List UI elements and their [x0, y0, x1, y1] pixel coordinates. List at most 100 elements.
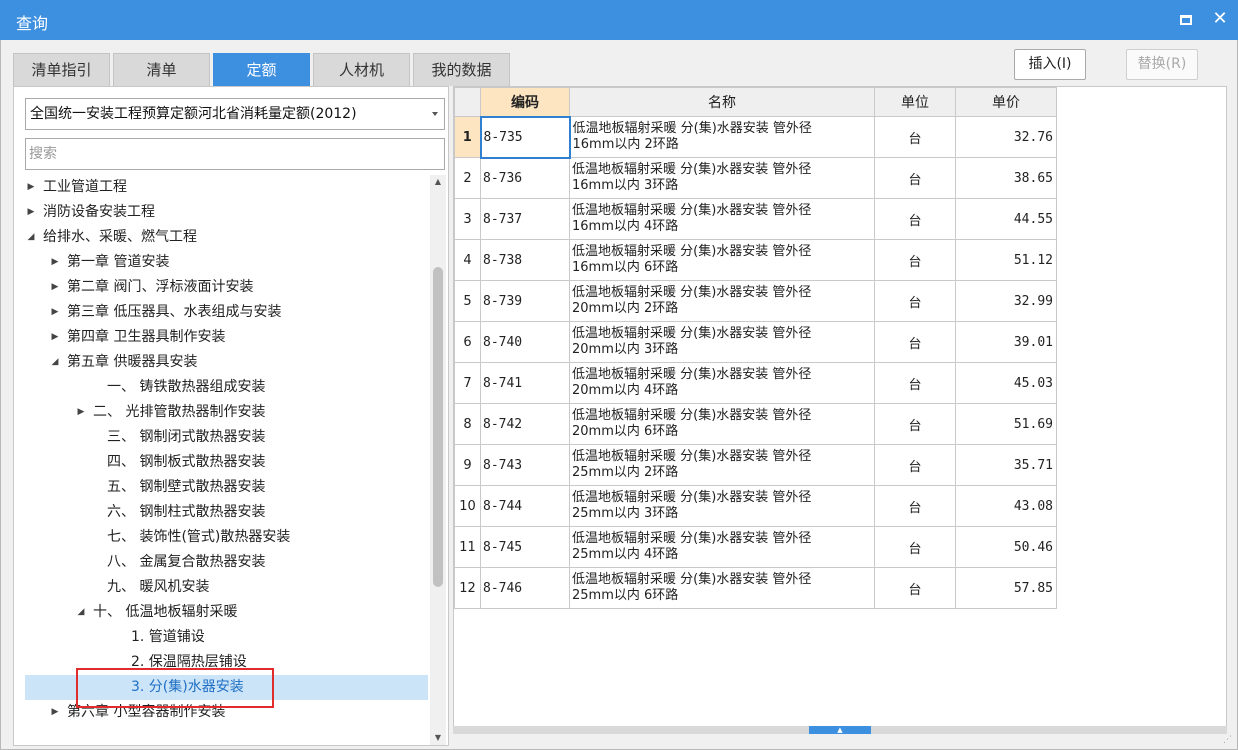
- name-cell[interactable]: 低温地板辐射采暖 分(集)水器安装 管外径 20mm以内 6环路: [569, 403, 875, 445]
- insert-button[interactable]: 插入(I): [1014, 49, 1086, 80]
- code-column-header[interactable]: 编码: [480, 87, 570, 117]
- price-cell[interactable]: 32.99: [955, 280, 1057, 322]
- table-row[interactable]: 6 8-740 低温地板辐射采暖 分(集)水器安装 管外径 20mm以内 3环路台 39…: [454, 321, 1057, 363]
- tree-item[interactable]: 七、 装饰性(管式)散热器安装: [25, 525, 428, 550]
- row-number-cell[interactable]: 5: [454, 280, 481, 322]
- row-number-cell[interactable]: 3: [454, 198, 481, 240]
- code-cell[interactable]: 8-739: [480, 280, 570, 322]
- search-input[interactable]: [25, 138, 445, 170]
- tree-item[interactable]: ▶ 消防设备安装工程: [25, 200, 428, 225]
- code-cell[interactable]: 8-743: [480, 444, 570, 486]
- tree-scrollbar[interactable]: ▲ ▼: [430, 175, 446, 745]
- name-cell[interactable]: 低温地板辐射采暖 分(集)水器安装 管外径 20mm以内 4环路: [569, 362, 875, 404]
- unit-cell[interactable]: 台: [874, 403, 956, 445]
- code-cell[interactable]: 8-738: [480, 239, 570, 281]
- tree-item[interactable]: 五、 钢制壁式散热器安装: [25, 475, 428, 500]
- code-cell[interactable]: 8-735: [479, 115, 571, 159]
- scroll-down-icon[interactable]: ▼: [430, 731, 446, 745]
- close-icon[interactable]: ✕: [1208, 7, 1232, 31]
- tab-bill-guide[interactable]: 清单指引: [13, 53, 110, 86]
- code-cell[interactable]: 8-742: [480, 403, 570, 445]
- name-cell[interactable]: 低温地板辐射采暖 分(集)水器安装 管外径 16mm以内 4环路: [569, 198, 875, 240]
- tree-item[interactable]: 九、 暖风机安装: [25, 575, 428, 600]
- price-cell[interactable]: 44.55: [955, 198, 1057, 240]
- table-row[interactable]: 11 8-745 低温地板辐射采暖 分(集)水器安装 管外径 25mm以内 4环路台 5…: [454, 526, 1057, 568]
- expand-arrow-icon[interactable]: ▶: [49, 275, 61, 300]
- tree-item[interactable]: ◢ 给排水、采暖、燃气工程: [25, 225, 428, 250]
- expand-arrow-icon[interactable]: ▶: [49, 700, 61, 725]
- quota-library-dropdown[interactable]: 全国统一安装工程预算定额河北省消耗量定额(2012): [25, 98, 445, 130]
- chevron-up-icon[interactable]: ▲: [809, 726, 871, 734]
- code-cell[interactable]: 8-741: [480, 362, 570, 404]
- row-number-cell[interactable]: 10: [454, 485, 481, 527]
- tree-item[interactable]: 一、 铸铁散热器组成安装: [25, 375, 428, 400]
- expand-arrow-icon[interactable]: ▶: [49, 300, 61, 325]
- price-cell[interactable]: 51.69: [955, 403, 1057, 445]
- unit-cell[interactable]: 台: [874, 485, 956, 527]
- price-cell[interactable]: 57.85: [955, 567, 1057, 609]
- unit-cell[interactable]: 台: [874, 321, 956, 363]
- name-cell[interactable]: 低温地板辐射采暖 分(集)水器安装 管外径 25mm以内 6环路: [569, 567, 875, 609]
- horizontal-splitter[interactable]: ▲: [453, 726, 1227, 734]
- tree-item[interactable]: ▶ 第三章 低压器具、水表组成与安装: [25, 300, 428, 325]
- name-cell[interactable]: 低温地板辐射采暖 分(集)水器安装 管外径 20mm以内 3环路: [569, 321, 875, 363]
- resize-grip-icon[interactable]: ⋰: [1223, 734, 1235, 746]
- expand-arrow-icon[interactable]: ▶: [49, 250, 61, 275]
- row-number-cell[interactable]: 12: [454, 567, 481, 609]
- table-row[interactable]: 7 8-741 低温地板辐射采暖 分(集)水器安装 管外径 20mm以内 4环路台 45…: [454, 362, 1057, 404]
- unit-cell[interactable]: 台: [874, 116, 956, 158]
- code-cell[interactable]: 8-746: [480, 567, 570, 609]
- table-row[interactable]: 10 8-744 低温地板辐射采暖 分(集)水器安装 管外径 25mm以内 3环路台 4…: [454, 485, 1057, 527]
- row-number-cell[interactable]: 11: [454, 526, 481, 568]
- table-row[interactable]: 8 8-742 低温地板辐射采暖 分(集)水器安装 管外径 20mm以内 6环路台 51…: [454, 403, 1057, 445]
- tab-my-data[interactable]: 我的数据: [413, 53, 510, 86]
- collapse-arrow-icon[interactable]: ◢: [25, 225, 37, 250]
- table-row[interactable]: 3 8-737 低温地板辐射采暖 分(集)水器安装 管外径 16mm以内 4环路台 44…: [454, 198, 1057, 240]
- tree-item[interactable]: ▶ 二、 光排管散热器制作安装: [25, 400, 428, 425]
- name-cell[interactable]: 低温地板辐射采暖 分(集)水器安装 管外径 16mm以内 2环路: [569, 116, 875, 158]
- row-number-cell[interactable]: 6: [454, 321, 481, 363]
- collapse-arrow-icon[interactable]: ◢: [49, 350, 61, 375]
- name-cell[interactable]: 低温地板辐射采暖 分(集)水器安装 管外径 16mm以内 3环路: [569, 157, 875, 199]
- name-cell[interactable]: 低温地板辐射采暖 分(集)水器安装 管外径 25mm以内 3环路: [569, 485, 875, 527]
- replace-button[interactable]: 替换(R): [1126, 49, 1198, 80]
- code-cell[interactable]: 8-744: [480, 485, 570, 527]
- unit-cell[interactable]: 台: [874, 157, 956, 199]
- name-cell[interactable]: 低温地板辐射采暖 分(集)水器安装 管外径 25mm以内 4环路: [569, 526, 875, 568]
- table-row[interactable]: 9 8-743 低温地板辐射采暖 分(集)水器安装 管外径 25mm以内 2环路台 35…: [454, 444, 1057, 486]
- collapse-arrow-icon[interactable]: ◢: [75, 600, 87, 625]
- expand-arrow-icon[interactable]: ▶: [49, 325, 61, 350]
- price-cell[interactable]: 38.65: [955, 157, 1057, 199]
- table-row[interactable]: 2 8-736 低温地板辐射采暖 分(集)水器安装 管外径 16mm以内 3环路台 38…: [454, 157, 1057, 199]
- code-cell[interactable]: 8-745: [480, 526, 570, 568]
- expand-arrow-icon[interactable]: ▶: [25, 175, 37, 200]
- code-cell[interactable]: 8-740: [480, 321, 570, 363]
- unit-cell[interactable]: 台: [874, 198, 956, 240]
- scroll-thumb[interactable]: [433, 267, 443, 587]
- tree-item[interactable]: ▶ 第一章 管道安装: [25, 250, 428, 275]
- expand-arrow-icon[interactable]: ▶: [25, 200, 37, 225]
- tree-item[interactable]: 四、 钢制板式散热器安装: [25, 450, 428, 475]
- price-cell[interactable]: 50.46: [955, 526, 1057, 568]
- code-cell[interactable]: 8-737: [480, 198, 570, 240]
- tree-item[interactable]: 三、 钢制闭式散热器安装: [25, 425, 428, 450]
- unit-cell[interactable]: 台: [874, 567, 956, 609]
- tab-bill[interactable]: 清单: [113, 53, 210, 86]
- tree-item[interactable]: ◢ 十、 低温地板辐射采暖: [25, 600, 428, 625]
- unit-cell[interactable]: 台: [874, 239, 956, 281]
- tree-item[interactable]: ▶ 第四章 卫生器具制作安装: [25, 325, 428, 350]
- price-column-header[interactable]: 单价: [955, 87, 1057, 117]
- row-number-cell[interactable]: 1: [454, 116, 481, 158]
- price-cell[interactable]: 43.08: [955, 485, 1057, 527]
- unit-column-header[interactable]: 单位: [874, 87, 956, 117]
- name-cell[interactable]: 低温地板辐射采暖 分(集)水器安装 管外径 20mm以内 2环路: [569, 280, 875, 322]
- price-cell[interactable]: 39.01: [955, 321, 1057, 363]
- row-number-cell[interactable]: 9: [454, 444, 481, 486]
- expand-arrow-icon[interactable]: ▶: [75, 400, 87, 425]
- name-cell[interactable]: 低温地板辐射采暖 分(集)水器安装 管外径 16mm以内 6环路: [569, 239, 875, 281]
- table-row[interactable]: 5 8-739 低温地板辐射采暖 分(集)水器安装 管外径 20mm以内 2环路台 32…: [454, 280, 1057, 322]
- code-cell[interactable]: 8-736: [480, 157, 570, 199]
- unit-cell[interactable]: 台: [874, 444, 956, 486]
- tree-item[interactable]: ▶ 工业管道工程: [25, 175, 428, 200]
- row-number-cell[interactable]: 7: [454, 362, 481, 404]
